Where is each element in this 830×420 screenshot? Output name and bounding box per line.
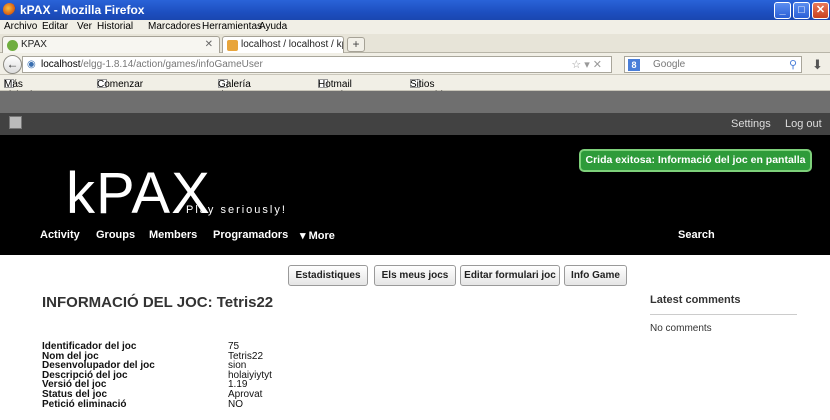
menu-historial[interactable]: Historial xyxy=(97,21,133,32)
close-window-button[interactable]: ✕ xyxy=(812,2,829,19)
window-title: kPAX - Mozilla Firefox xyxy=(20,3,145,17)
sidebar-divider xyxy=(650,314,797,315)
success-message[interactable]: Crida exitosa: Informació del joc en pan… xyxy=(579,149,812,172)
tab-bar: KPAX ✕ localhost / localhost / kpax / ga… xyxy=(0,34,830,53)
menu-archivo[interactable]: Archivo xyxy=(4,21,37,32)
download-icon[interactable]: ⬇ xyxy=(812,57,823,73)
site-tagline: Play seriously! xyxy=(186,204,287,216)
google-engine-icon[interactable]: 8 xyxy=(628,59,640,71)
els-meus-jocs-button[interactable]: Els meus jocs xyxy=(374,265,456,286)
site-logo[interactable]: kPAX xyxy=(66,160,211,227)
sidebar-title: Latest comments xyxy=(650,294,741,306)
logout-link[interactable]: Log out xyxy=(785,118,822,130)
firefox-icon xyxy=(3,3,16,16)
kpax-favicon-icon xyxy=(7,40,18,51)
nav-groups[interactable]: Groups xyxy=(96,229,135,241)
menu-marcadores[interactable]: Marcadores xyxy=(148,21,201,32)
window-titlebar: kPAX - Mozilla Firefox _ □ ✕ xyxy=(0,0,830,20)
editar-formulari-joc-button[interactable]: Editar formulari joc xyxy=(460,265,560,286)
nav-members[interactable]: Members xyxy=(149,229,197,241)
tab-phpmyadmin[interactable]: localhost / localhost / kpax / game | ph… xyxy=(222,36,344,53)
estadistiques-button[interactable]: Estadistiques xyxy=(288,265,368,286)
elgg-topbar: Settings Log out xyxy=(0,113,830,135)
menu-editar[interactable]: Editar xyxy=(42,21,68,32)
menu-ayuda[interactable]: Ayuda xyxy=(259,21,287,32)
nav-activity[interactable]: Activity xyxy=(40,229,80,241)
search-icon[interactable]: ⚲ xyxy=(789,58,797,71)
page-title: INFORMACIÓ DEL JOC: Tetris22 xyxy=(42,294,274,311)
nav-more[interactable]: ▾ More xyxy=(300,229,335,242)
minimize-button[interactable]: _ xyxy=(774,2,791,19)
back-button[interactable]: ← xyxy=(3,55,22,74)
maximize-button[interactable]: □ xyxy=(793,2,810,19)
new-tab-button[interactable]: + xyxy=(347,37,365,52)
url-path: /elgg-1.8.14/action/games/infoGameUser xyxy=(80,59,263,70)
menu-ver[interactable]: Ver xyxy=(77,21,92,32)
page-top-strip xyxy=(0,91,830,113)
tab-kpax[interactable]: KPAX ✕ xyxy=(2,36,220,53)
menu-bar: Archivo Editar Ver Historial Marcadores … xyxy=(0,20,830,34)
search-box[interactable]: 8 Google ⚲ xyxy=(624,56,802,73)
settings-link[interactable]: Settings xyxy=(731,118,771,130)
sidebar-empty-text: No comments xyxy=(650,323,712,334)
nav-programadors[interactable]: Programadors xyxy=(213,229,288,241)
url-host: localhost xyxy=(41,59,81,70)
search-placeholder: Google xyxy=(653,59,686,70)
site-identity-icon[interactable]: ◉ xyxy=(27,59,36,70)
bookmarks-bar: Más visitados Comenzar a usar Firef... G… xyxy=(0,75,830,123)
info-value: NO xyxy=(228,398,243,410)
url-text: localhost/elgg-1.8.14/action/games/infoG… xyxy=(41,59,263,70)
bookmark-star-icon[interactable]: ☆▾✕ xyxy=(571,58,605,71)
phpmyadmin-favicon-icon xyxy=(227,40,238,51)
menu-herramientas[interactable]: Herramientas xyxy=(202,21,262,32)
info-label: Petició eliminació xyxy=(42,398,127,410)
close-tab-icon[interactable]: ✕ xyxy=(205,39,213,50)
navigation-bar: ← ◉ localhost/elgg-1.8.14/action/games/i… xyxy=(0,53,830,75)
user-avatar[interactable] xyxy=(9,116,22,129)
address-bar[interactable]: ◉ localhost/elgg-1.8.14/action/games/inf… xyxy=(22,56,612,73)
info-game-button[interactable]: Info Game xyxy=(564,265,627,286)
tab-kpax-label: KPAX xyxy=(21,39,47,50)
nav-search[interactable]: Search xyxy=(678,229,715,241)
tab-phpmyadmin-label: localhost / localhost / kpax / game | ph… xyxy=(241,39,343,50)
